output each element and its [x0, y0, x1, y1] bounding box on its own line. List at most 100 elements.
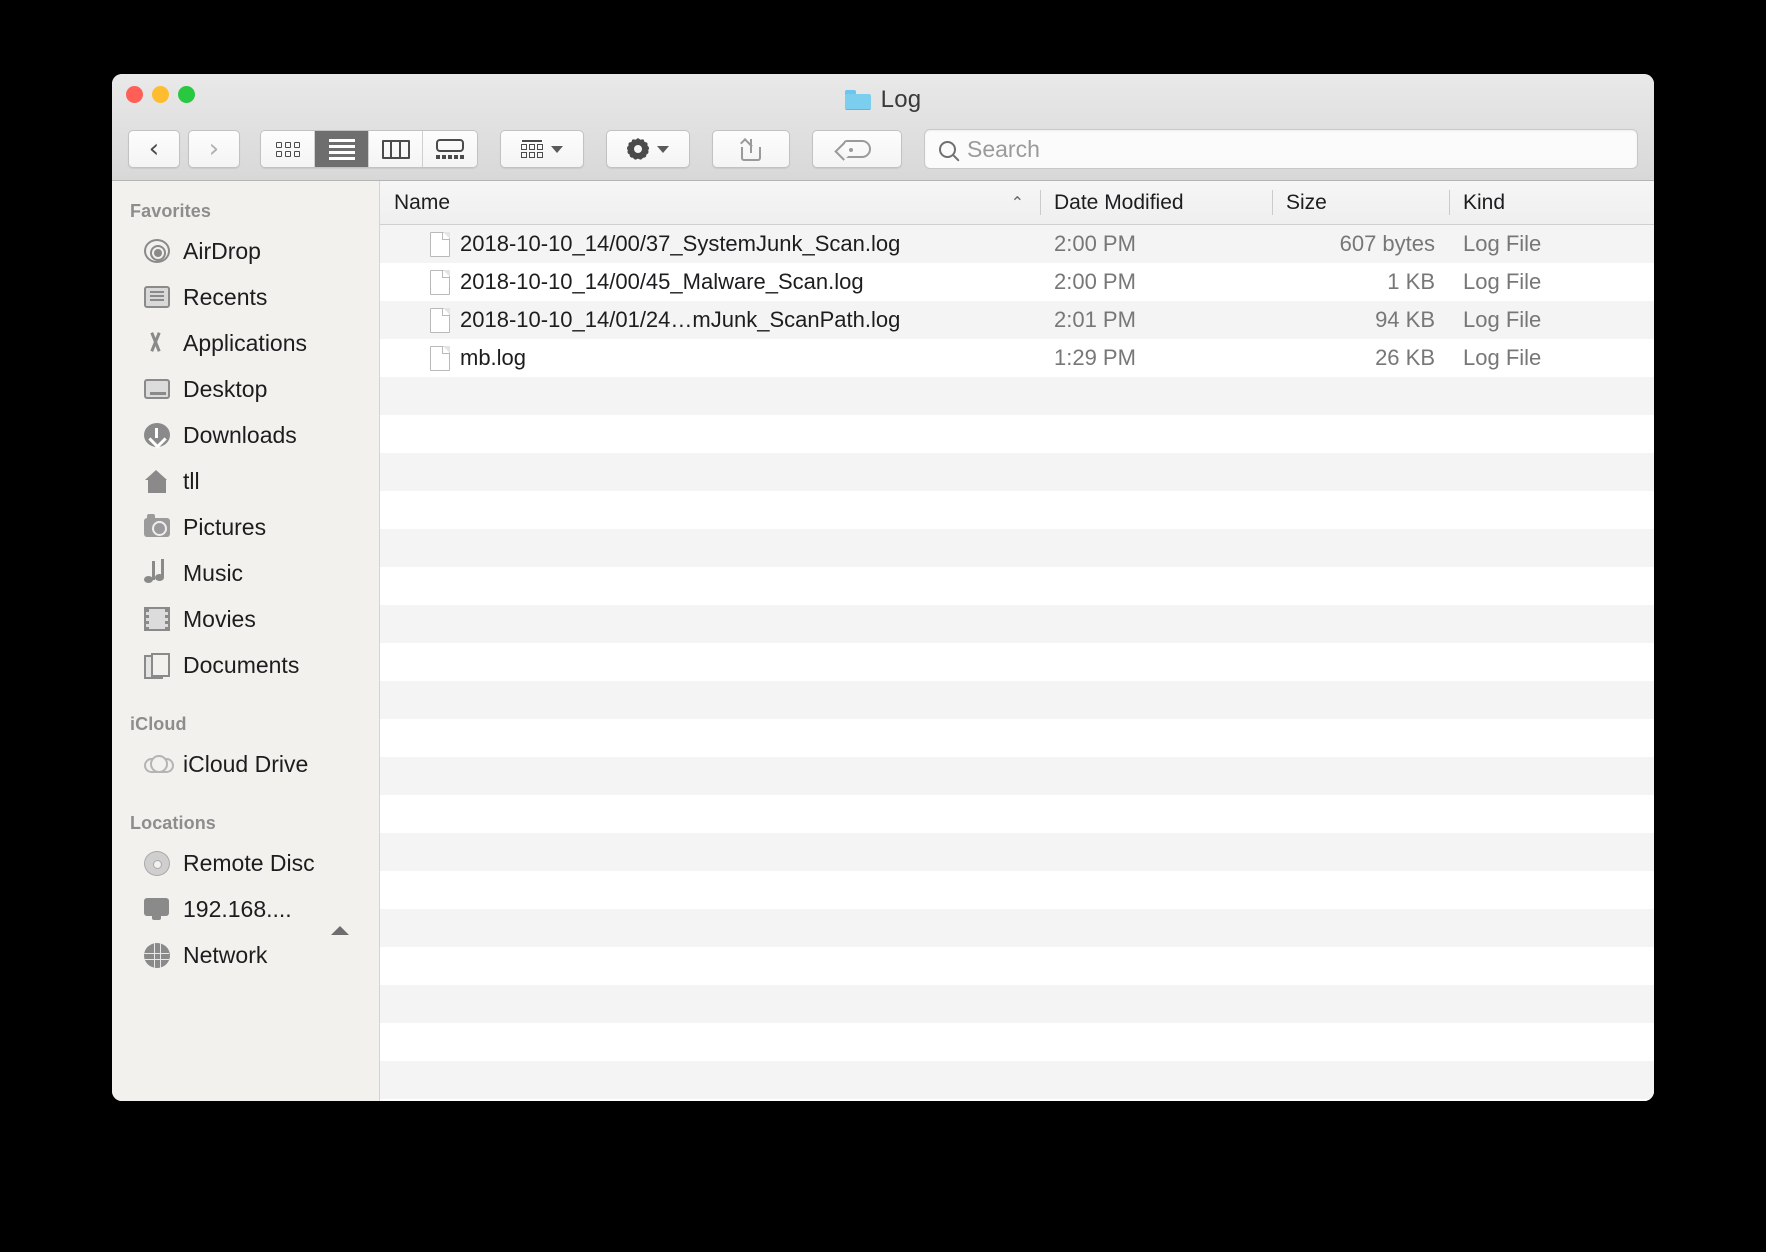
- empty-row[interactable]: [380, 567, 1654, 605]
- sidebar-item-airdrop[interactable]: AirDrop: [112, 228, 379, 274]
- monitor-icon: [144, 898, 170, 920]
- cell-name: 2018-10-10_14/00/45_Malware_Scan.log: [380, 269, 1040, 295]
- icon-view-button[interactable]: [261, 131, 315, 167]
- back-button[interactable]: ‹: [128, 130, 180, 168]
- empty-row[interactable]: [380, 757, 1654, 795]
- column-header-size[interactable]: Size: [1272, 181, 1449, 224]
- empty-row[interactable]: [380, 681, 1654, 719]
- applications-icon: [144, 331, 170, 355]
- columns-icon: [381, 139, 410, 159]
- sidebar-item-network-server[interactable]: 192.168....: [112, 886, 379, 935]
- search-icon: [939, 140, 956, 158]
- list-icon: [328, 138, 355, 160]
- sidebar-item-label: Music: [183, 559, 244, 586]
- column-view-button[interactable]: [369, 131, 423, 167]
- sidebar-item-label: Network: [183, 941, 268, 968]
- navigation-buttons: ‹ ›: [128, 130, 240, 168]
- music-icon: [144, 561, 170, 585]
- sidebar-item-icloud-drive[interactable]: iCloud Drive: [112, 741, 379, 787]
- airdrop-icon: [144, 239, 170, 263]
- sidebar-item-documents[interactable]: Documents: [112, 642, 379, 688]
- search-placeholder: Search: [967, 135, 1040, 162]
- cloud-icon: [144, 755, 174, 773]
- empty-row[interactable]: [380, 377, 1654, 415]
- finder-window: Log ‹ › Search Favorites AirDrop Recents…: [112, 74, 1654, 1101]
- recents-icon: [144, 286, 170, 308]
- forward-button[interactable]: ›: [188, 130, 240, 168]
- empty-row[interactable]: [380, 453, 1654, 491]
- documents-icon: [144, 653, 170, 679]
- empty-row[interactable]: [380, 415, 1654, 453]
- sidebar-item-pictures[interactable]: Pictures: [112, 504, 379, 550]
- empty-row[interactable]: [380, 871, 1654, 909]
- cell-size: 26 KB: [1375, 345, 1435, 370]
- share-icon: [740, 137, 761, 161]
- sidebar-item-label: Desktop: [183, 375, 268, 402]
- sidebar-item-label: 192.168....: [183, 895, 292, 922]
- list-view-button[interactable]: [315, 131, 369, 167]
- empty-row[interactable]: [380, 795, 1654, 833]
- sidebar-item-recents[interactable]: Recents: [112, 274, 379, 320]
- file-name: 2018-10-10_14/00/37_SystemJunk_Scan.log: [460, 231, 901, 256]
- window-title-text: Log: [880, 86, 922, 113]
- table-row[interactable]: 2018-10-10_14/00/37_SystemJunk_Scan.log …: [380, 225, 1654, 263]
- sidebar-item-remote-disc[interactable]: Remote Disc: [112, 840, 379, 886]
- empty-row[interactable]: [380, 491, 1654, 529]
- grid-icon: [275, 141, 300, 157]
- cell-name: 2018-10-10_14/00/37_SystemJunk_Scan.log: [380, 231, 1040, 257]
- sidebar-item-home[interactable]: tll: [112, 458, 379, 504]
- folder-icon: [844, 90, 871, 110]
- eject-icon[interactable]: [331, 900, 349, 935]
- empty-row[interactable]: [380, 909, 1654, 947]
- table-row[interactable]: mb.log 1:29 PM 26 KB Log File: [380, 339, 1654, 377]
- window-body: Favorites AirDrop Recents Applications D…: [112, 181, 1654, 1101]
- document-icon: [430, 231, 450, 257]
- empty-row[interactable]: [380, 605, 1654, 643]
- empty-row[interactable]: [380, 1099, 1654, 1101]
- column-header-name[interactable]: Name ⌃: [380, 181, 1040, 224]
- empty-row[interactable]: [380, 833, 1654, 871]
- arrange-button[interactable]: [500, 130, 584, 168]
- arrange-icon: [521, 140, 543, 158]
- empty-row[interactable]: [380, 985, 1654, 1023]
- sidebar-item-movies[interactable]: Movies: [112, 596, 379, 642]
- gallery-view-button[interactable]: [423, 131, 477, 167]
- sidebar-item-label: Downloads: [183, 421, 297, 448]
- empty-row[interactable]: [380, 1023, 1654, 1061]
- empty-row[interactable]: [380, 719, 1654, 757]
- table-row[interactable]: 2018-10-10_14/01/24…mJunk_ScanPath.log 2…: [380, 301, 1654, 339]
- column-header-label: Name: [394, 190, 451, 214]
- sidebar-item-applications[interactable]: Applications: [112, 320, 379, 366]
- empty-row[interactable]: [380, 1061, 1654, 1099]
- action-menu-button[interactable]: [606, 130, 690, 168]
- empty-row[interactable]: [380, 529, 1654, 567]
- sidebar-item-label: Movies: [183, 605, 256, 632]
- empty-row[interactable]: [380, 947, 1654, 985]
- sidebar-item-music[interactable]: Music: [112, 550, 379, 596]
- sidebar-item-network[interactable]: Network: [112, 932, 379, 978]
- sidebar-item-label: Documents: [183, 651, 300, 678]
- file-list: Name ⌃ Date Modified Size Kind 2018-10-1…: [380, 181, 1654, 1101]
- gallery-icon: [436, 139, 464, 159]
- tags-button[interactable]: [812, 130, 902, 168]
- empty-row[interactable]: [380, 643, 1654, 681]
- sidebar-group-locations: Locations Remote Disc 192.168.... Networ…: [112, 813, 379, 978]
- sidebar-item-desktop[interactable]: Desktop: [112, 366, 379, 412]
- sidebar-item-label: Remote Disc: [183, 849, 315, 876]
- search-field[interactable]: Search: [924, 129, 1638, 169]
- cell-kind: Log File: [1463, 231, 1542, 256]
- table-row[interactable]: 2018-10-10_14/00/45_Malware_Scan.log 2:0…: [380, 263, 1654, 301]
- downloads-icon: [144, 423, 170, 447]
- chevron-left-icon: ‹: [148, 134, 160, 164]
- column-header-date-modified[interactable]: Date Modified: [1040, 181, 1272, 224]
- view-mode-segmented-control[interactable]: [260, 130, 478, 168]
- cell-name: mb.log: [380, 345, 1040, 371]
- sidebar-item-downloads[interactable]: Downloads: [112, 412, 379, 458]
- cell-kind: Log File: [1463, 269, 1542, 294]
- sidebar-item-label: Applications: [183, 329, 308, 356]
- share-button[interactable]: [712, 130, 790, 168]
- sidebar-item-label: iCloud Drive: [183, 750, 309, 777]
- pictures-icon: [144, 513, 170, 537]
- chevron-right-icon: ›: [208, 134, 220, 164]
- column-header-kind[interactable]: Kind: [1449, 181, 1654, 224]
